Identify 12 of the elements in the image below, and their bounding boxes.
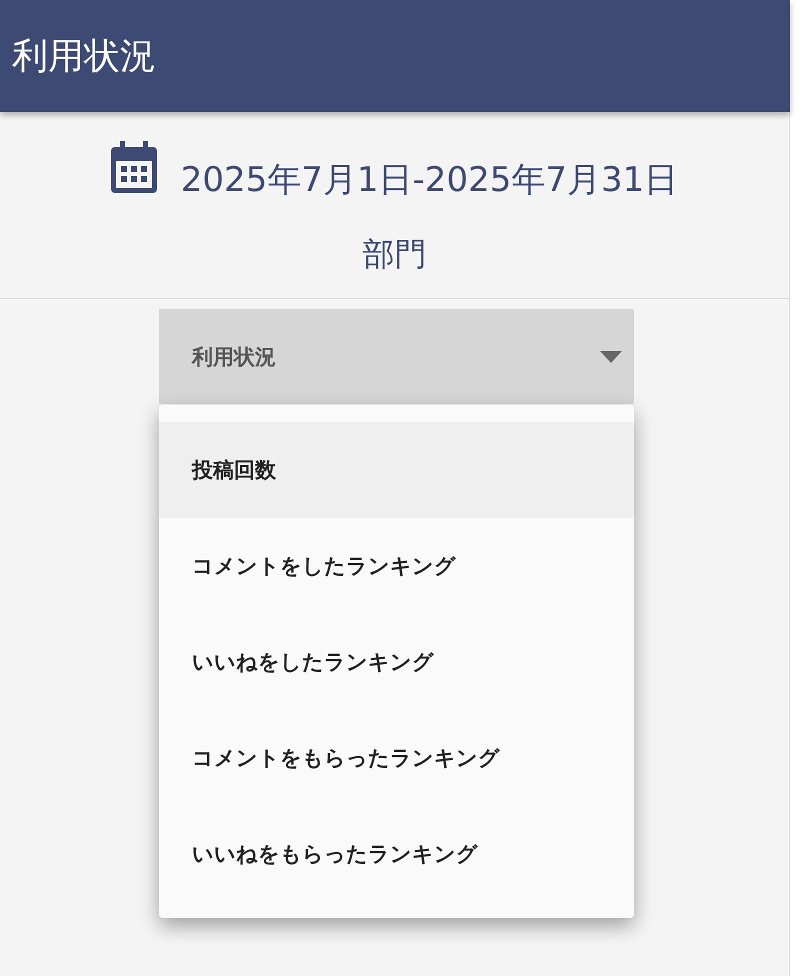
menu-item[interactable]: コメントをもらったランキング [159,710,634,806]
select-field[interactable]: 利用状況 [159,309,634,404]
caret-icon [600,350,622,362]
menu-item[interactable]: いいねをもらったランキング [159,806,634,902]
page-title: 利用状況 [12,34,156,78]
select-value: 利用状況 [192,344,276,370]
date-range[interactable]: 2025年7月1日-2025年7月31日 [180,157,678,203]
menu-item[interactable]: 投稿回数 [159,422,634,518]
department-label: 部門 [362,234,426,275]
menu-item[interactable]: いいねをしたランキング [159,614,634,710]
menu-item[interactable]: コメントをしたランキング [159,518,634,614]
calendar-icon [110,141,157,193]
